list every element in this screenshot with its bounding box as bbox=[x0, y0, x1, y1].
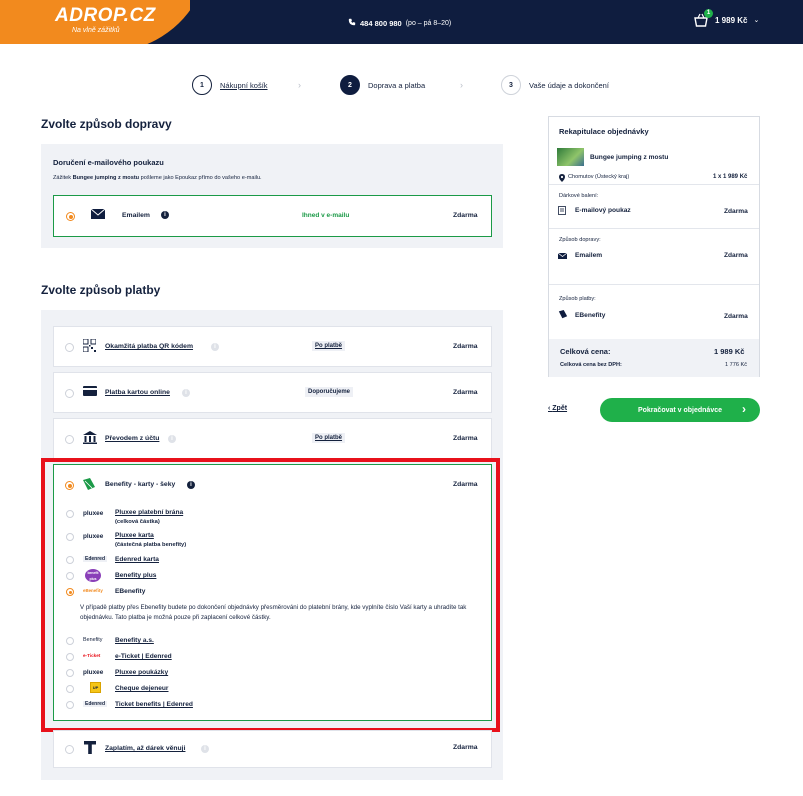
payment-gift-later-radio[interactable] bbox=[65, 745, 74, 754]
summary-payment-price: Zdarma bbox=[724, 313, 748, 320]
basket-icon: 1 bbox=[693, 9, 713, 28]
summary-net-value: 1 776 Kč bbox=[725, 362, 748, 368]
credit-card-icon bbox=[83, 386, 97, 398]
payment-qr-label[interactable]: Okamžitá platba QR kódem bbox=[105, 343, 193, 350]
info-icon[interactable]: i bbox=[182, 389, 190, 397]
continue-button[interactable]: Pokračovat v objednávce › bbox=[600, 398, 760, 422]
payment-qr-radio[interactable] bbox=[65, 343, 74, 352]
logo[interactable]: ADROP.CZ Na vlně zážitků bbox=[0, 0, 190, 44]
logo-text: ADROP.CZ bbox=[55, 5, 156, 26]
delivery-box: Doručení e-mailového poukazu Zážitek Bun… bbox=[41, 144, 503, 248]
summary-gift-label: Dárkové balení: bbox=[559, 193, 599, 199]
info-icon[interactable]: i bbox=[161, 211, 169, 219]
payment-qr-price: Zdarma bbox=[453, 343, 478, 350]
payment-option-card[interactable]: Platba kartou online i Doporučujeme Zdar… bbox=[53, 372, 492, 413]
chevron-right-icon: › bbox=[298, 80, 301, 90]
order-summary: Rekapitulace objednávky Bungee jumping z… bbox=[548, 116, 760, 377]
qr-code-icon bbox=[82, 338, 97, 354]
summary-gift-price: Zdarma bbox=[724, 208, 748, 215]
summary-title: Rekapitulace objednávky bbox=[559, 127, 649, 136]
payment-transfer-tag: Po platbě bbox=[312, 433, 346, 443]
summary-total-label: Celková cena: bbox=[560, 347, 611, 356]
delivery-box-title: Doručení e-mailového poukazu bbox=[53, 158, 164, 167]
payment-option-qr[interactable]: Okamžitá platba QR kódem i Po platbě Zda… bbox=[53, 326, 492, 367]
highlight-frame bbox=[41, 458, 500, 732]
phone-hours: (po – pá 8–20) bbox=[405, 19, 452, 27]
delivery-box-subtitle: Zážitek Bungee jumping z mostu pošleme j… bbox=[53, 175, 262, 181]
divider bbox=[549, 184, 759, 185]
delivery-email-radio[interactable] bbox=[66, 212, 75, 221]
step-number: 3 bbox=[501, 75, 521, 95]
delivery-email-label: Emailem bbox=[122, 212, 150, 219]
bank-icon bbox=[83, 431, 97, 446]
divider bbox=[549, 228, 759, 229]
payment-transfer-label[interactable]: Převodem z účtu bbox=[105, 435, 159, 442]
benefit-leaf-icon bbox=[558, 310, 568, 321]
summary-net-label: Celková cena bez DPH: bbox=[560, 362, 622, 368]
payment-card-radio[interactable] bbox=[65, 389, 74, 398]
summary-total-value: 1 989 Kč bbox=[714, 347, 745, 356]
summary-delivery-value: Emailem bbox=[575, 252, 603, 259]
summary-delivery-price: Zdarma bbox=[724, 252, 748, 259]
site-header: ADROP.CZ Na vlně zážitků 484 800 980 (po… bbox=[0, 0, 803, 44]
summary-gift-value: E-mailový poukaz bbox=[575, 207, 631, 214]
summary-product: Bungee jumping z mostu bbox=[590, 154, 669, 161]
delivery-email-note: Ihned v e-mailu bbox=[302, 212, 350, 219]
voucher-icon bbox=[558, 206, 566, 217]
phone-number: 484 800 980 bbox=[360, 18, 402, 28]
step-delivery: 2 Doprava a platba bbox=[340, 75, 425, 95]
payment-qr-tag: Po platbě bbox=[312, 341, 346, 351]
cart-total: 1 989 Kč bbox=[715, 15, 748, 25]
cart-button[interactable]: 1 1 989 Kč ⌄ bbox=[693, 9, 760, 28]
payment-option-transfer[interactable]: Převodem z účtu i Po platbě Zdarma bbox=[53, 418, 492, 459]
summary-payment-value: EBenefity bbox=[575, 312, 606, 319]
payment-card-price: Zdarma bbox=[453, 389, 478, 396]
back-link[interactable]: ‹ Zpět bbox=[548, 405, 567, 412]
step-label: Vaše údaje a dokončení bbox=[529, 80, 609, 90]
summary-delivery-label: Způsob dopravy: bbox=[559, 237, 601, 243]
chevron-right-icon: › bbox=[460, 80, 463, 90]
step-cart[interactable]: 1 Nákupní košík bbox=[192, 75, 268, 95]
summary-total-section: Celková cena: 1 989 Kč Celková cena bez … bbox=[549, 339, 759, 377]
delivery-email-price: Zdarma bbox=[453, 212, 478, 219]
continue-button-label: Pokračovat v objednávce bbox=[637, 406, 723, 414]
logo-tagline: Na vlně zážitků bbox=[72, 27, 120, 34]
step-details: 3 Vaše údaje a dokončení bbox=[501, 75, 609, 95]
phone-contact[interactable]: 484 800 980 (po – pá 8–20) bbox=[348, 18, 451, 28]
location-pin-icon bbox=[559, 174, 565, 184]
payment-gift-later-label[interactable]: Zaplatím, až dárek věnuji bbox=[105, 745, 185, 752]
envelope-icon bbox=[90, 208, 106, 221]
payment-card-label[interactable]: Platba kartou online bbox=[105, 389, 170, 396]
phone-icon bbox=[348, 18, 356, 28]
chevron-right-icon: › bbox=[742, 402, 746, 416]
summary-payment-label: Způsob platby: bbox=[559, 296, 596, 302]
cart-count-badge: 1 bbox=[704, 9, 713, 18]
info-icon[interactable]: i bbox=[201, 745, 209, 753]
step-label: Nákupní košík bbox=[220, 80, 268, 90]
product-thumbnail bbox=[557, 148, 584, 166]
t-logo-icon bbox=[84, 741, 96, 756]
divider bbox=[549, 284, 759, 285]
payment-heading: Zvolte způsob platby bbox=[41, 283, 161, 297]
payment-transfer-radio[interactable] bbox=[65, 435, 74, 444]
summary-qty-price: 1 x 1 989 Kč bbox=[713, 174, 748, 180]
delivery-option-email[interactable]: Emailem i Ihned v e-mailu Zdarma bbox=[53, 195, 492, 237]
payment-card-tag: Doporučujeme bbox=[305, 387, 354, 397]
payment-gift-later-price: Zdarma bbox=[453, 744, 478, 751]
step-label: Doprava a platba bbox=[368, 80, 426, 90]
info-icon[interactable]: i bbox=[211, 343, 219, 351]
payment-transfer-price: Zdarma bbox=[453, 435, 478, 442]
envelope-icon bbox=[557, 252, 568, 261]
delivery-heading: Zvolte způsob dopravy bbox=[41, 117, 172, 131]
chevron-down-icon: ⌄ bbox=[753, 17, 760, 24]
summary-location: Chomutov (Ústecký kraj) bbox=[568, 174, 630, 180]
step-number: 2 bbox=[340, 75, 360, 95]
info-icon[interactable]: i bbox=[168, 435, 176, 443]
payment-option-gift-later[interactable]: Zaplatím, až dárek věnuji i Zdarma bbox=[53, 730, 492, 768]
step-number: 1 bbox=[192, 75, 212, 95]
